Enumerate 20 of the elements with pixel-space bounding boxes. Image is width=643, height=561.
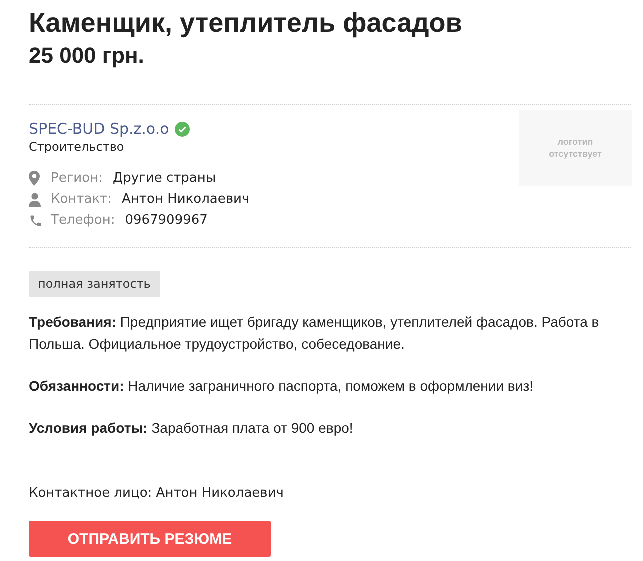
info-label: Регион: <box>51 171 103 186</box>
company-sector: Строительство <box>29 140 126 154</box>
info-value: 0967909967 <box>125 213 208 228</box>
salary: 25 000 грн. <box>29 42 146 70</box>
description-paragraph: Обязанности: Наличие заграничного паспорта, поможем в оформлении виз! <box>29 377 535 396</box>
company-name-link[interactable]: SPEC-BUD Sp.z.o.o <box>29 119 170 139</box>
job-title: Каменщик, утеплитель фасадов <box>29 7 464 40</box>
person-icon <box>29 192 41 206</box>
location-pin-icon <box>29 171 40 186</box>
send-resume-button[interactable]: ОТПРАВИТЬ РЕЗЮМЕ <box>29 521 271 557</box>
info-value: Антон Николаевич <box>122 192 250 207</box>
employment-tag: полная занятость <box>29 271 160 297</box>
contact-person: Контактное лицо: Антон Николаевич <box>29 485 285 503</box>
phone-icon <box>29 214 43 228</box>
info-label: Контакт: <box>51 192 112 207</box>
logo-placeholder-text: логотип отсутствует <box>549 136 602 160</box>
description-paragraph: Условия работы: Заработная плата от 900 евро! <box>29 419 354 438</box>
description-paragraph: Требования: Предприятие ищет бригаду каменщиков, утеплителей фасадов. Работа в Польша. Официальное трудоустройство, собеседование. <box>29 313 600 354</box>
info-label: Телефон: <box>51 213 116 228</box>
info-value: Другие страны <box>112 171 216 186</box>
